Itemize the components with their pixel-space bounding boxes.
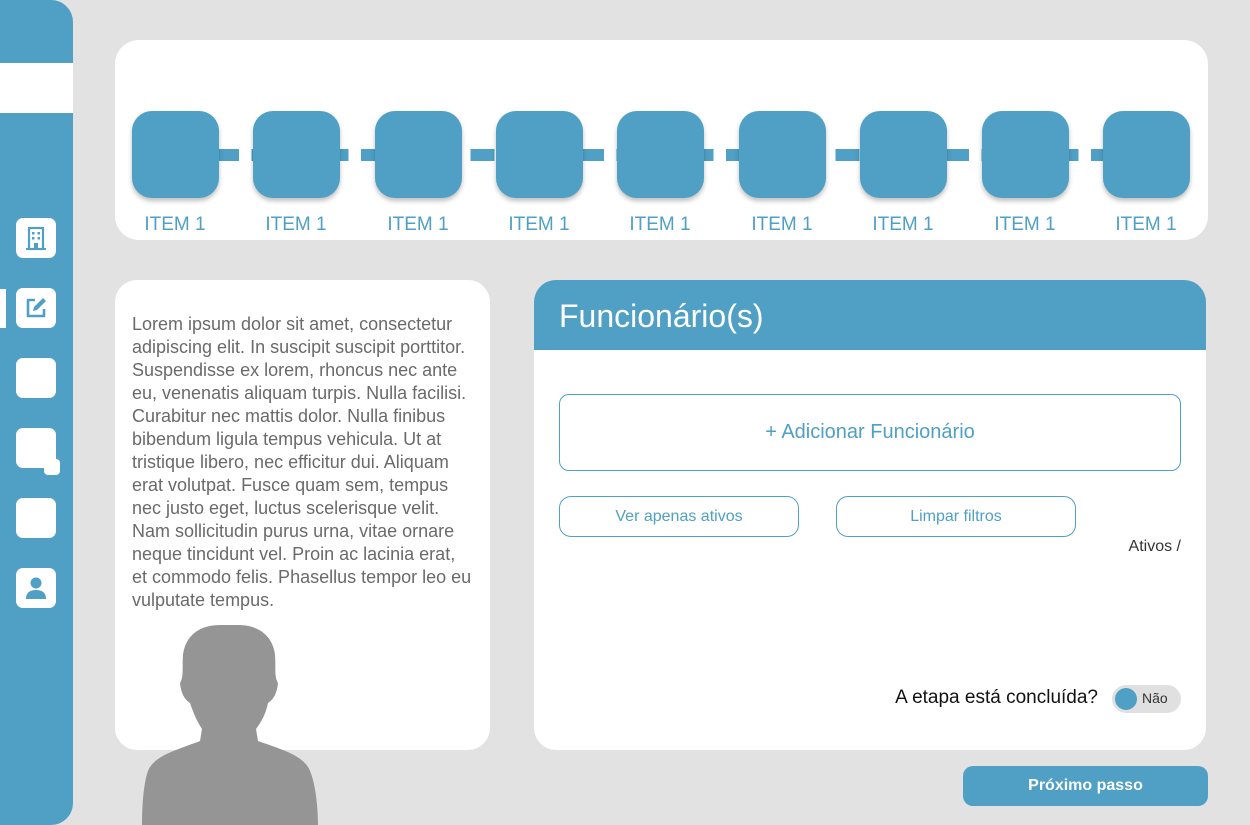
step-6-label: ITEM 1 bbox=[751, 214, 813, 235]
step-6[interactable] bbox=[739, 111, 826, 198]
toggle-knob bbox=[1115, 688, 1137, 710]
user-icon-glyph bbox=[26, 577, 46, 599]
step-1-label: ITEM 1 bbox=[144, 214, 206, 235]
notification-badge bbox=[44, 459, 60, 475]
step-4-label: ITEM 1 bbox=[508, 214, 570, 235]
edit-icon-glyph bbox=[26, 298, 46, 318]
person-silhouette bbox=[142, 625, 318, 825]
building-icon[interactable] bbox=[16, 218, 56, 258]
step-7-label: ITEM 1 bbox=[872, 214, 934, 235]
sidebar bbox=[0, 0, 73, 825]
blank-menu-icon-1[interactable] bbox=[16, 358, 56, 398]
step-8[interactable] bbox=[982, 111, 1069, 198]
step-8-label: ITEM 1 bbox=[994, 214, 1056, 235]
step-2[interactable] bbox=[253, 111, 340, 198]
user-icon[interactable] bbox=[16, 568, 56, 608]
info-text: Lorem ipsum dolor sit amet, consectetur … bbox=[132, 314, 472, 610]
employees-title: Funcionário(s) bbox=[534, 280, 1206, 350]
stepper-card: ITEM 1 ITEM 1 ITEM 1 ITEM 1 ITEM 1 ITEM … bbox=[115, 40, 1208, 240]
active-count-label: Ativos / bbox=[1128, 538, 1181, 555]
step-done-question: A etapa está concluída? bbox=[895, 687, 1098, 708]
step-9-label: ITEM 1 bbox=[1115, 214, 1177, 235]
edit-icon[interactable] bbox=[16, 288, 56, 328]
view-active-only-button[interactable]: Ver apenas ativos bbox=[559, 496, 799, 537]
building-icon-glyph bbox=[26, 226, 46, 251]
toggle-value: Não bbox=[1142, 690, 1168, 706]
step-4[interactable] bbox=[496, 111, 583, 198]
step-5[interactable] bbox=[617, 111, 704, 198]
step-2-label: ITEM 1 bbox=[265, 214, 327, 235]
step-3-label: ITEM 1 bbox=[387, 214, 449, 235]
step-1[interactable] bbox=[132, 111, 219, 198]
next-step-button[interactable]: Próximo passo bbox=[963, 766, 1208, 806]
step-done-toggle[interactable]: Não bbox=[1112, 685, 1181, 713]
sidebar-logo-slot bbox=[0, 63, 73, 113]
step-7[interactable] bbox=[860, 111, 947, 198]
clear-filters-button[interactable]: Limpar filtros bbox=[836, 496, 1076, 537]
step-5-label: ITEM 1 bbox=[629, 214, 691, 235]
step-3[interactable] bbox=[375, 111, 462, 198]
add-employee-button[interactable]: + Adicionar Funcionário bbox=[559, 394, 1181, 471]
employees-card: Funcionário(s) + Adicionar Funcionário V… bbox=[534, 280, 1206, 750]
sidebar-active-indicator bbox=[0, 289, 6, 328]
step-9[interactable] bbox=[1103, 111, 1190, 198]
blank-menu-icon-3[interactable] bbox=[16, 498, 56, 538]
